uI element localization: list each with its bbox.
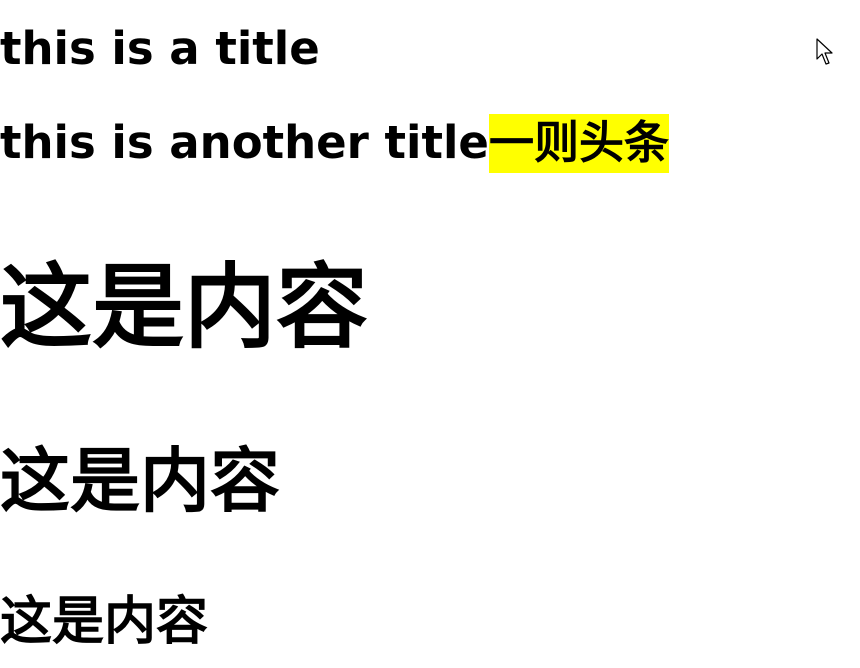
title-heading: this is a title [0, 22, 320, 75]
content-text-large: 这是内容 [0, 254, 369, 361]
highlighted-headline: 一则头条 [488, 114, 669, 173]
content-text-medium: 这是内容 [0, 440, 280, 522]
content-text-small: 这是内容 [0, 592, 209, 652]
mouse-pointer-icon [816, 38, 833, 65]
another-title-text: this is another title [0, 116, 489, 169]
another-title-heading: this is another title一则头条 [0, 114, 669, 173]
